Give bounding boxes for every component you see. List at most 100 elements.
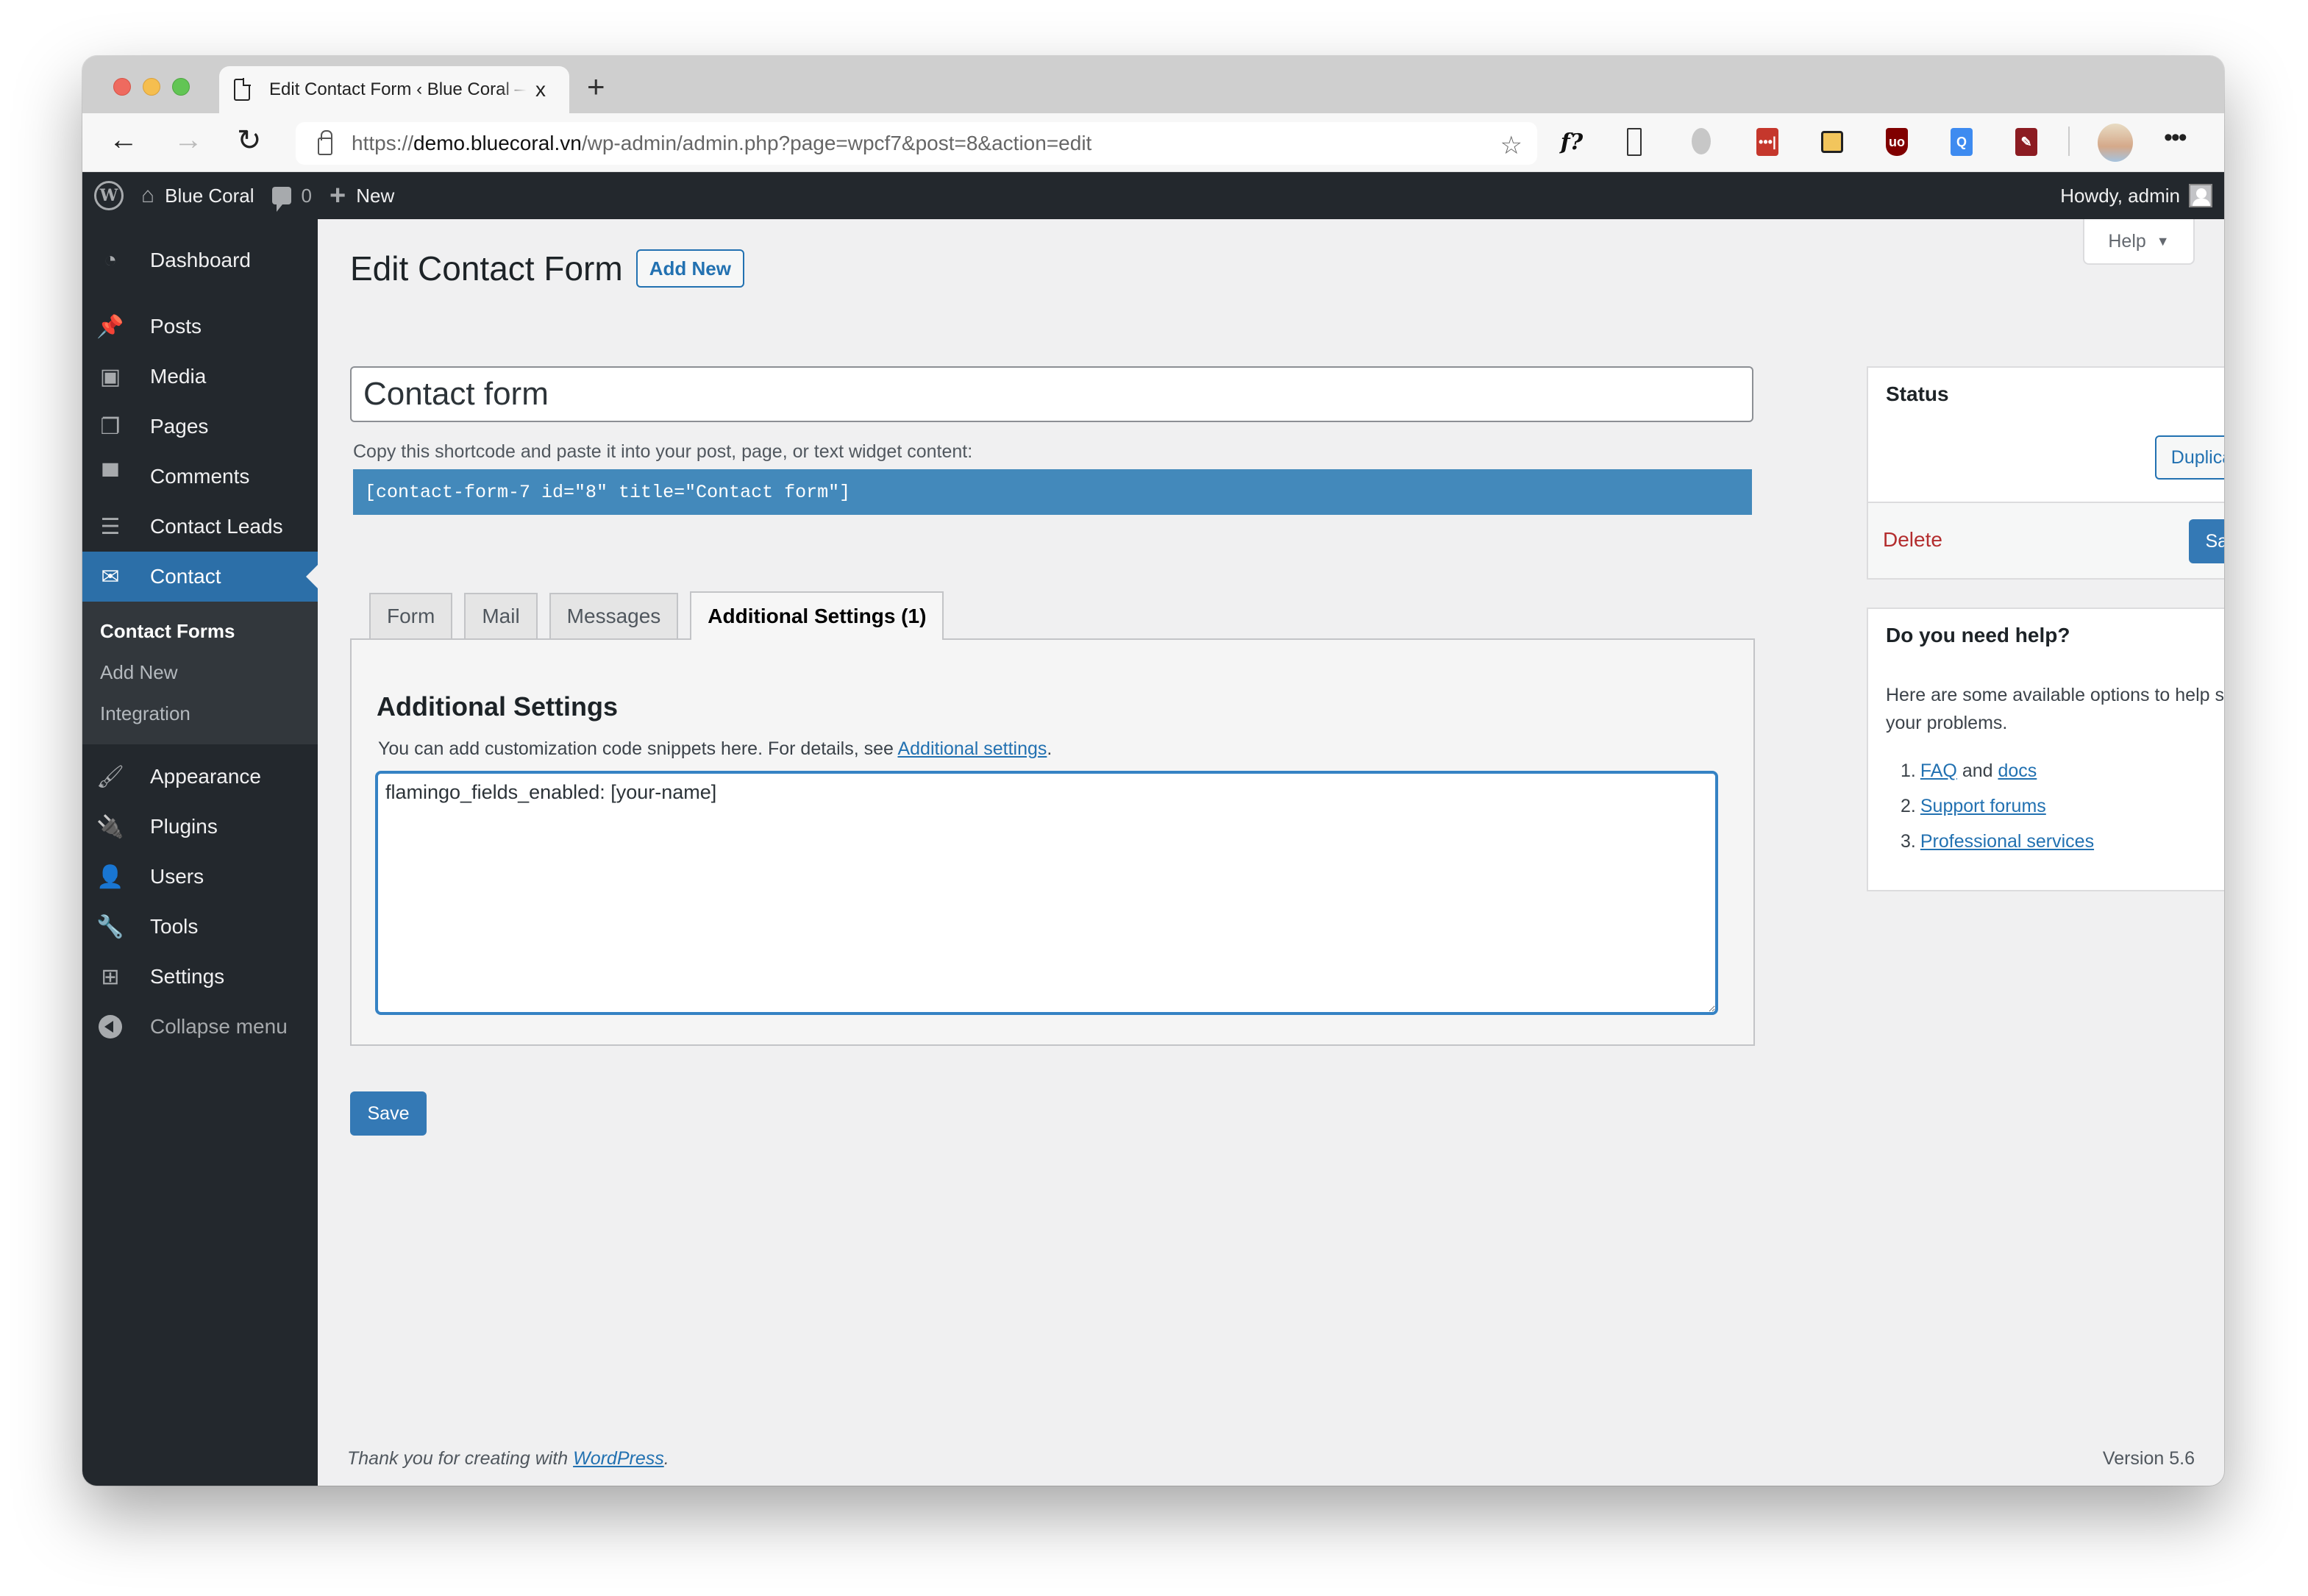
faq-link[interactable]: FAQ (1920, 760, 1957, 782)
help-option: 2. Support forums (1886, 788, 2094, 824)
submenu-contact-forms[interactable]: Contact Forms (82, 610, 318, 652)
sidebar-item-plugins[interactable]: 🔌 Plugins (82, 802, 318, 852)
wrench-ext-icon[interactable]: ✎ (2015, 128, 2037, 156)
sidebar-item-label: Appearance (150, 765, 262, 788)
sidebar-item-settings[interactable]: ⊞ Settings (82, 952, 318, 1002)
back-arrow-icon[interactable]: ← (109, 124, 138, 157)
add-favorite-icon[interactable]: ☆ (1500, 131, 1522, 160)
help-option: 3. Professional services (1886, 824, 2094, 859)
wp-logo-menu[interactable]: W (82, 172, 132, 219)
new-tab-button[interactable]: + (587, 69, 605, 104)
help-options-list: 1. FAQ and docs 2. Support forums 3. Pro… (1886, 753, 2094, 859)
sidebar-item-contact-leads[interactable]: ☰ Contact Leads (82, 502, 318, 552)
new-content-link[interactable]: + New (321, 172, 403, 219)
address-bar[interactable]: https://demo.bluecoral.vn/wp-admin/admin… (296, 122, 1537, 165)
sidebar-item-label: Contact Leads (150, 515, 283, 538)
forward-arrow-icon[interactable]: → (174, 124, 203, 157)
additional-settings-textarea[interactable]: flamingo_fields_enabled: [your-name] (375, 771, 1718, 1015)
help-option: 1. FAQ and docs (1886, 753, 2094, 788)
user-avatar (2189, 184, 2212, 207)
grey-ext-icon[interactable] (1692, 128, 1711, 154)
additional-settings-link[interactable]: Additional settings (897, 738, 1047, 759)
sidebar-item-label: Pages (150, 415, 209, 438)
collapse-arrow-icon (99, 1015, 122, 1039)
additional-settings-panel: Additional Settings You can add customiz… (350, 638, 1755, 1046)
yellow-ext-icon[interactable] (1821, 131, 1843, 153)
delete-link[interactable]: Delete (1883, 528, 1942, 552)
help-box-text: Here are some available options to help … (1886, 685, 2224, 733)
sidebar-item-tools[interactable]: 🔧 Tools (82, 902, 318, 952)
status-save-button[interactable]: Save (2189, 519, 2224, 563)
sidebar-item-media[interactable]: ▣ Media (82, 352, 318, 402)
status-actions: Delete Save (1868, 502, 2224, 578)
wordpress-link[interactable]: WordPress (573, 1448, 664, 1469)
help-box-title: Do you need help? (1886, 624, 2070, 646)
sidebar-item-posts[interactable]: 📌 Posts (82, 302, 318, 352)
docs-link[interactable]: docs (1998, 760, 2037, 782)
site-name: Blue Coral (165, 184, 254, 207)
add-new-button[interactable]: Add New (635, 249, 744, 288)
sidebar-item-contact[interactable]: ✉ Contact (82, 552, 318, 602)
sidebar-item-users[interactable]: 👤 Users (82, 852, 318, 902)
submenu-integration[interactable]: Integration (82, 693, 318, 734)
comments-link[interactable]: 0 (263, 172, 321, 219)
list-number: 1. (1901, 760, 1916, 781)
browser-tab-strip: Edit Contact Form ‹ Blue Coral — WordPre… (82, 56, 2224, 113)
shortcode-field[interactable]: [contact-form-7 id="8" title="Contact fo… (353, 469, 1752, 515)
status-box: Status Duplicate Delete Save (1867, 366, 2224, 580)
profile-avatar[interactable] (2098, 124, 2133, 162)
ublock-icon[interactable]: uo (1886, 128, 1908, 156)
form-title-input[interactable] (350, 366, 1753, 422)
support-forums-link[interactable]: Support forums (1920, 796, 2046, 817)
maximize-window-button[interactable] (172, 78, 190, 96)
envelope-icon: ✉ (101, 564, 120, 589)
submenu-add-new[interactable]: Add New (82, 652, 318, 693)
sidebar-item-label: Settings (150, 965, 225, 988)
browser-tab-title: Edit Contact Form ‹ Blue Coral — WordPre… (269, 79, 527, 99)
list-number: 3. (1901, 830, 1916, 852)
help-tab-button[interactable]: Help ▼ (2083, 219, 2195, 265)
sidebar-item-dashboard[interactable]: ◔ Dashboard (82, 235, 318, 285)
lastpass-icon[interactable]: •••| (1756, 128, 1778, 156)
close-window-button[interactable] (113, 78, 131, 96)
professional-services-link[interactable]: Professional services (1920, 831, 2094, 852)
minimize-window-button[interactable] (143, 78, 160, 96)
panel-title: Additional Settings (377, 691, 618, 722)
tab-additional-settings[interactable]: Additional Settings (1) (690, 591, 944, 640)
my-account-menu[interactable]: Howdy, admin (2060, 184, 2212, 207)
close-tab-icon[interactable]: x (535, 78, 546, 101)
collapse-icon-wrap (97, 1013, 124, 1040)
tab-mail[interactable]: Mail (464, 593, 538, 638)
blue-ext-icon[interactable]: Q (1951, 128, 1973, 156)
save-button[interactable]: Save (350, 1091, 427, 1136)
user-icon: 👤 (96, 864, 124, 889)
collapse-menu-button[interactable]: Collapse menu (82, 1002, 318, 1052)
tab-form[interactable]: Form (369, 593, 453, 638)
caret-down-icon: ▼ (2156, 233, 2170, 249)
shortcode-label: Copy this shortcode and paste it into yo… (353, 441, 973, 462)
sidebar-item-appearance[interactable]: 🖌 Appearance (82, 752, 318, 802)
browser-window: Edit Contact Form ‹ Blue Coral — WordPre… (82, 56, 2224, 1486)
url-text[interactable]: https://demo.bluecoral.vn/wp-admin/admin… (352, 132, 1091, 155)
sidebar-item-pages[interactable]: ❐ Pages (82, 402, 318, 452)
more-menu-icon[interactable]: ••• (2164, 124, 2187, 152)
font-finder-icon[interactable]: f? (1561, 128, 1583, 156)
brush-icon: 🖌 (96, 764, 125, 789)
tab-messages[interactable]: Messages (549, 593, 679, 638)
browser-tab[interactable]: Edit Contact Form ‹ Blue Coral — WordPre… (219, 66, 569, 113)
page-title: Edit Contact Form (350, 249, 623, 288)
footer-thanks: Thank you for creating with WordPress. (347, 1448, 669, 1469)
help-box: Do you need help? Here are some availabl… (1867, 608, 2224, 891)
and-text: and (1956, 760, 1998, 781)
site-name-link[interactable]: ⌂ Blue Coral (132, 172, 263, 219)
sidebar-item-label: Tools (150, 915, 199, 938)
reload-icon[interactable]: ↻ (237, 124, 262, 157)
duplicate-button[interactable]: Duplicate (2154, 435, 2224, 480)
toolbar-divider (2068, 127, 2070, 156)
pin-icon: 📌 (96, 314, 124, 339)
lock-icon[interactable] (318, 130, 332, 155)
footer-version: Version 5.6 (2102, 1448, 2195, 1469)
sidebar-item-comments[interactable]: ▀ Comments (82, 452, 318, 502)
reader-icon[interactable] (1627, 128, 1642, 156)
sidebar-item-label: Comments (150, 465, 250, 488)
